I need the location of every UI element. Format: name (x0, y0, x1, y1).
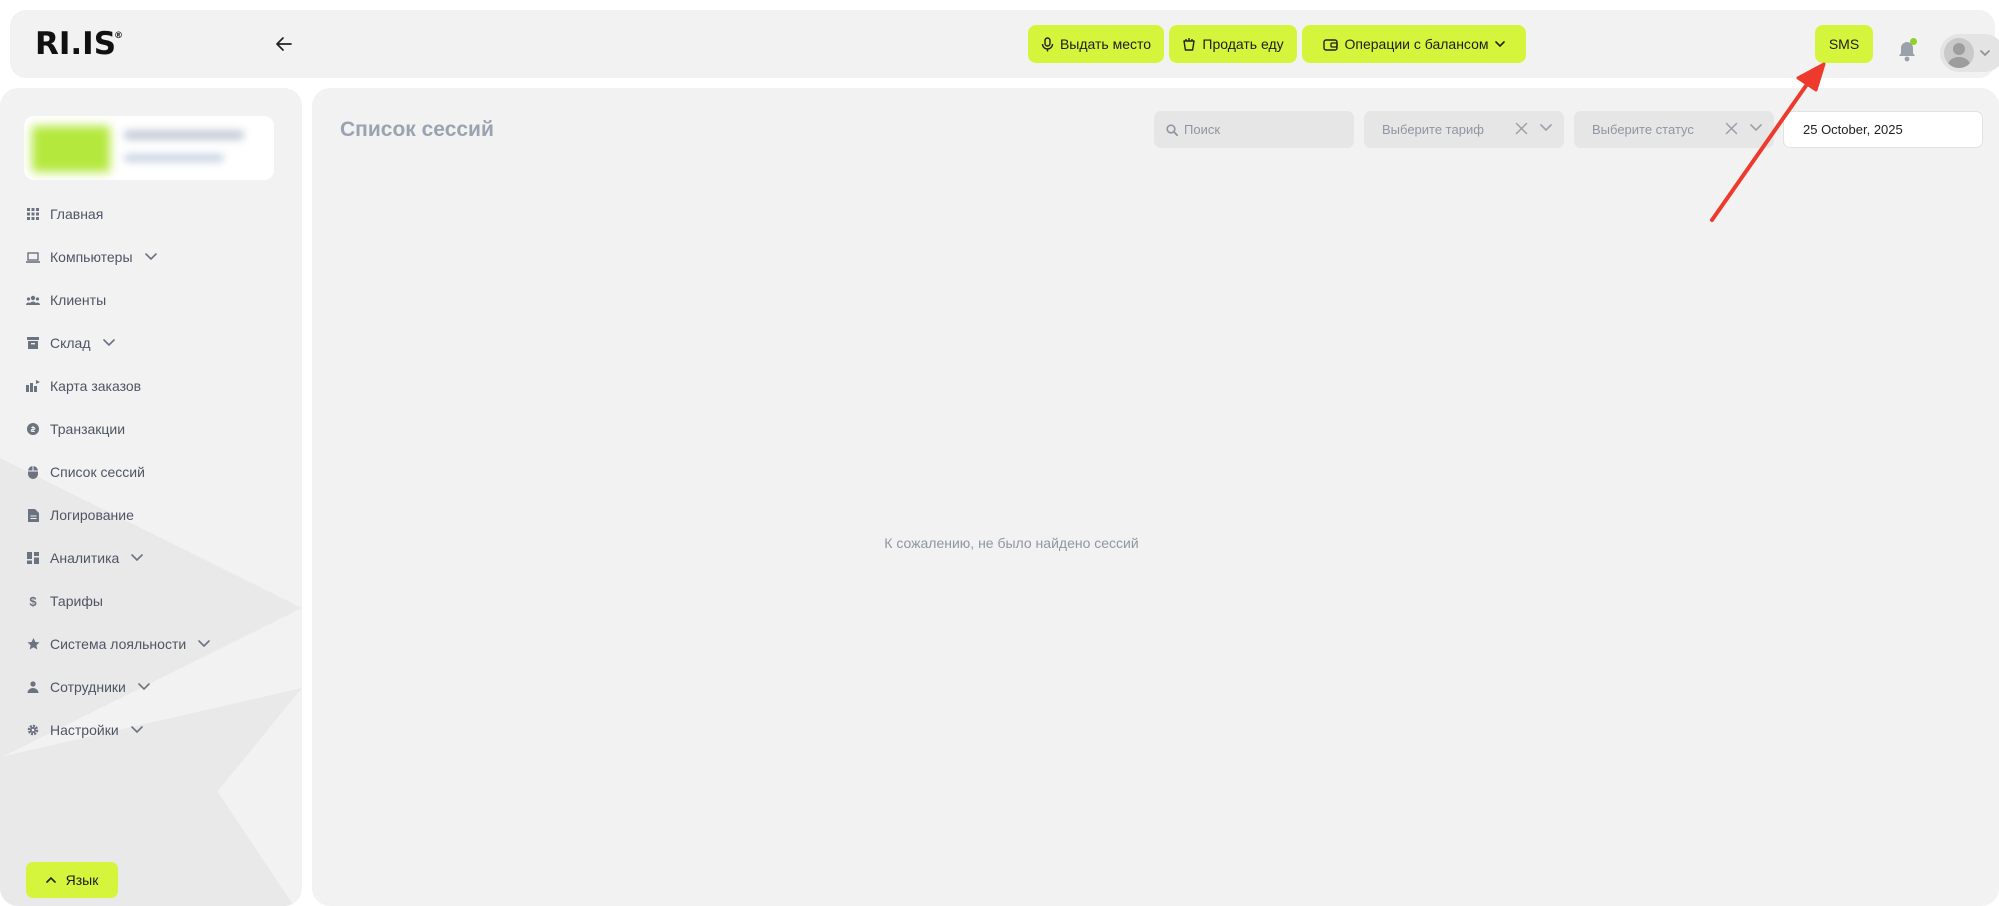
empty-state-message: К сожалению, не было найдено сессий (884, 535, 1139, 551)
clear-icon[interactable] (1725, 122, 1738, 135)
club-info-blurred (124, 154, 224, 162)
mouse-icon (26, 465, 40, 479)
chevron-down-icon (1540, 124, 1552, 132)
balance-operations-dropdown[interactable]: Операции с балансом (1302, 25, 1526, 63)
user-menu[interactable] (1940, 34, 1999, 72)
dollar-icon: $ (29, 593, 37, 609)
wallet-icon (1323, 38, 1339, 51)
archive-icon (26, 336, 40, 350)
sidebar-item-sessions[interactable]: Список сессий (26, 459, 145, 485)
chevron-down-icon (1750, 124, 1762, 132)
sidebar-item-clients[interactable]: Клиенты (26, 287, 106, 313)
sidebar-item-label: Сотрудники (50, 679, 126, 695)
sidebar-item-label: Карта заказов (50, 378, 142, 394)
status-select[interactable]: Выберите статус (1574, 111, 1774, 148)
tariff-select[interactable]: Выберите тариф (1364, 111, 1564, 148)
dashboard-icon (26, 551, 40, 565)
search-icon (1166, 123, 1178, 136)
chevron-down-icon (1494, 41, 1505, 47)
notification-dot (1910, 38, 1917, 45)
sidebar-item-label: Настройки (50, 722, 119, 738)
chevron-down-icon (144, 253, 157, 261)
club-profile-card[interactable] (24, 116, 274, 180)
arrow-left-icon (276, 37, 292, 51)
logo-text: RI.IS (35, 26, 117, 62)
sidebar-item-label: Склад (50, 335, 91, 351)
sidebar-item-label: Клиенты (50, 292, 107, 308)
chevron-down-icon (1980, 50, 1990, 56)
sidebar-item-label: Компьютеры (50, 249, 133, 265)
sidebar: Главная Компьютеры Клиенты Склад Карта з… (0, 88, 302, 906)
back-arrow-button[interactable] (272, 32, 296, 56)
sidebar-item-tariffs[interactable]: $ Тарифы (26, 588, 103, 614)
date-picker[interactable]: 25 October, 2025 (1783, 111, 1983, 148)
file-icon (26, 508, 40, 522)
give-seat-label: Выдать место (1059, 36, 1152, 52)
balance-operations-label: Операции с балансом (1344, 36, 1489, 52)
sell-food-button[interactable]: Продать еду (1169, 25, 1297, 63)
sms-label: SMS (1828, 36, 1860, 52)
chevron-down-icon (102, 339, 115, 347)
sidebar-item-analytics[interactable]: Аналитика (26, 545, 144, 571)
status-select-placeholder: Выберите статус (1592, 122, 1694, 137)
star-icon (26, 637, 40, 651)
sidebar-item-logging[interactable]: Логирование (26, 502, 134, 528)
search-field[interactable] (1154, 111, 1354, 148)
date-value: 25 October, 2025 (1803, 122, 1903, 137)
sidebar-item-label: Тарифы (50, 593, 103, 609)
club-name-blurred (124, 130, 244, 140)
chevron-down-icon (130, 726, 143, 734)
sidebar-item-label: Система лояльности (50, 636, 187, 652)
chevron-up-icon (45, 877, 56, 883)
sell-food-label: Продать еду (1202, 36, 1284, 52)
app-page: RI.IS ® Выдать место Продать еду Операци… (0, 0, 1999, 906)
sms-button[interactable]: SMS (1815, 25, 1873, 63)
sidebar-item-label: Список сессий (50, 464, 145, 480)
sidebar-item-warehouse[interactable]: Склад (26, 330, 115, 356)
sidebar-item-home[interactable]: Главная (26, 201, 103, 227)
map-icon (26, 379, 40, 393)
laptop-icon (26, 250, 40, 264)
users-icon (26, 293, 40, 307)
club-avatar-blurred (32, 126, 110, 172)
tariff-select-placeholder: Выберите тариф (1382, 122, 1484, 137)
grid-icon (26, 207, 40, 221)
sidebar-item-settings[interactable]: Настройки (26, 717, 143, 743)
gear-icon (26, 723, 40, 737)
logo[interactable]: RI.IS ® (35, 26, 123, 62)
give-seat-button[interactable]: Выдать место (1028, 25, 1164, 63)
page-title: Список сессий (340, 118, 494, 141)
sidebar-item-label: Главная (50, 206, 104, 222)
sidebar-item-label: Аналитика (50, 550, 120, 566)
top-bar: RI.IS ® Выдать место Продать еду Операци… (10, 10, 1999, 78)
language-label: Язык (65, 872, 99, 888)
chevron-down-icon (131, 554, 144, 562)
sidebar-item-label: Логирование (50, 507, 134, 523)
coin-icon (26, 422, 40, 436)
chevron-down-icon (138, 683, 150, 691)
logo-registered-mark: ® (114, 31, 124, 41)
person-icon (26, 680, 40, 694)
sidebar-item-label: Транзакции (50, 421, 126, 437)
sessions-panel: Список сессий Выберите тариф Выберите ст… (312, 88, 1999, 906)
avatar (1944, 38, 1974, 68)
sidebar-item-computers[interactable]: Компьютеры (26, 244, 157, 270)
sidebar-item-employees[interactable]: Сотрудники (26, 674, 150, 700)
clear-icon[interactable] (1515, 122, 1528, 135)
language-button[interactable]: Язык (26, 862, 118, 898)
sidebar-item-transactions[interactable]: Транзакции (26, 416, 125, 442)
sidebar-item-loyalty[interactable]: Система лояльности (26, 631, 210, 657)
chevron-down-icon (198, 640, 210, 648)
sidebar-item-order-map[interactable]: Карта заказов (26, 373, 141, 399)
microphone-icon (1041, 36, 1054, 51)
search-input[interactable] (1184, 122, 1344, 137)
food-bucket-icon (1183, 38, 1196, 51)
